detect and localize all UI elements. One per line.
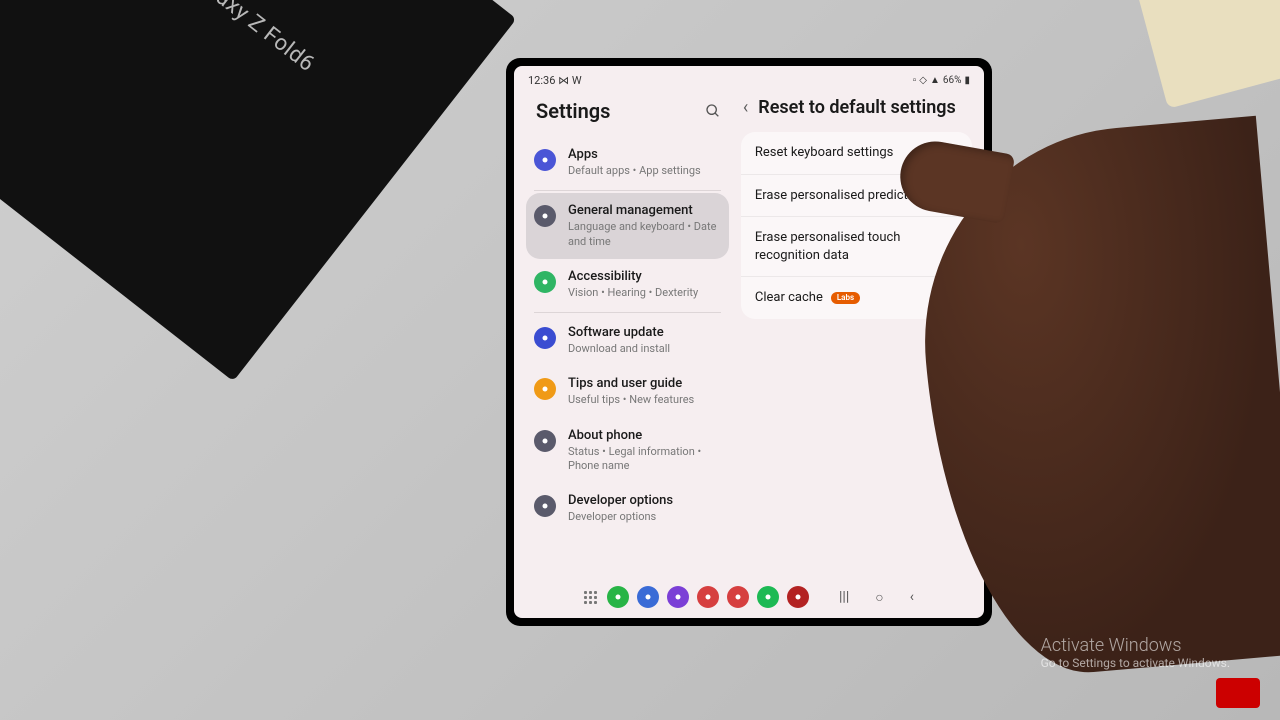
apps-drawer-icon[interactable] [584, 591, 597, 604]
dock-apps [607, 586, 809, 608]
settings-item-subtitle: Useful tips • New features [568, 393, 694, 407]
settings-item-accessibility[interactable]: Accessibility Vision • Hearing • Dexterit… [526, 259, 729, 310]
battery-icon: ▮ [964, 75, 970, 86]
settings-item-subtitle: Default apps • App settings [568, 164, 701, 178]
settings-item-labels: Tips and user guide Useful tips • New fea… [568, 376, 694, 407]
dock-app-messages[interactable] [637, 586, 659, 608]
settings-item-icon [534, 378, 556, 400]
nfc-icon: ▫ [913, 75, 917, 86]
home-button[interactable]: ○ [875, 589, 883, 606]
dock-app-camera[interactable] [727, 586, 749, 608]
settings-item-developer-options[interactable]: Developer options Developer options [526, 483, 729, 534]
back-button[interactable]: ‹ [910, 589, 914, 606]
device-frame: 12:36 ⋈ W ▫ ◇ ▲ 66% ▮ Settings Apps Defau… [506, 58, 992, 626]
background-product-box [0, 0, 516, 381]
settings-item-icon [534, 149, 556, 171]
search-icon[interactable] [705, 103, 721, 119]
windows-watermark: Activate Windows Go to Settings to activ… [1041, 635, 1230, 670]
settings-header: Settings [526, 91, 729, 137]
detail-header: ‹ Reset to default settings [741, 91, 972, 132]
settings-item-title: Tips and user guide [568, 376, 694, 391]
settings-item-subtitle: Language and keyboard • Date and time [568, 220, 721, 249]
status-bar: 12:36 ⋈ W ▫ ◇ ▲ 66% ▮ [514, 66, 984, 91]
settings-item-title: Apps [568, 147, 701, 162]
status-left: 12:36 ⋈ W [528, 74, 582, 87]
settings-item-software-update[interactable]: Software update Download and install [526, 315, 729, 366]
reset-option-label: Erase personalised touch recognition dat… [755, 229, 958, 264]
settings-master-pane: Settings Apps Default apps • App settings… [514, 91, 735, 573]
signal-icon: ▲ [930, 75, 940, 86]
labs-badge: Labs [831, 292, 860, 305]
settings-item-title: Developer options [568, 493, 673, 508]
settings-item-subtitle: Developer options [568, 510, 673, 524]
settings-item-title: Accessibility [568, 269, 698, 284]
settings-item-icon [534, 205, 556, 227]
settings-item-icon [534, 430, 556, 452]
detail-title: Reset to default settings [758, 97, 955, 118]
settings-item-icon [534, 271, 556, 293]
dock-app-reader[interactable] [787, 586, 809, 608]
settings-item-labels: Accessibility Vision • Hearing • Dexterit… [568, 269, 698, 300]
channel-badge [1216, 678, 1260, 708]
settings-item-about-phone[interactable]: About phone Status • Legal information • … [526, 418, 729, 484]
settings-title: Settings [536, 99, 610, 123]
watermark-subtitle: Go to Settings to activate Windows. [1041, 656, 1230, 670]
dock-app-phone[interactable] [607, 586, 629, 608]
settings-item-general-management[interactable]: General management Language and keyboard … [526, 193, 729, 259]
settings-item-labels: Software update Download and install [568, 325, 670, 356]
reset-option-label: Reset keyboard settings [755, 144, 894, 162]
settings-item-apps[interactable]: Apps Default apps • App settings [526, 137, 729, 188]
settings-item-title: About phone [568, 428, 721, 443]
settings-item-tips-and-user-guide[interactable]: Tips and user guide Useful tips • New fea… [526, 366, 729, 417]
background-object-right [1137, 0, 1280, 109]
settings-item-title: Software update [568, 325, 670, 340]
system-nav: ||| ○ ‹ [839, 589, 914, 606]
settings-item-icon [534, 327, 556, 349]
settings-divider [534, 190, 721, 191]
status-right: ▫ ◇ ▲ 66% ▮ [913, 75, 970, 86]
settings-item-labels: Apps Default apps • App settings [568, 147, 701, 178]
settings-item-labels: About phone Status • Legal information • … [568, 428, 721, 474]
reset-option-label: Clear cache [755, 289, 823, 307]
status-time: 12:36 [528, 74, 555, 87]
settings-item-subtitle: Download and install [568, 342, 670, 356]
settings-item-title: General management [568, 203, 721, 218]
back-icon[interactable]: ‹ [743, 97, 748, 118]
status-indicators: ⋈ W [558, 74, 582, 87]
dock-app-browser[interactable] [667, 586, 689, 608]
settings-item-labels: General management Language and keyboard … [568, 203, 721, 249]
settings-item-subtitle: Vision • Hearing • Dexterity [568, 286, 698, 300]
dock-app-spotify[interactable] [757, 586, 779, 608]
settings-item-subtitle: Status • Legal information • Phone name [568, 445, 721, 474]
settings-item-labels: Developer options Developer options [568, 493, 673, 524]
watermark-title: Activate Windows [1041, 635, 1230, 656]
recents-button[interactable]: ||| [839, 589, 849, 606]
battery-percent: 66% [943, 75, 962, 86]
settings-list: Apps Default apps • App settings General m… [526, 137, 729, 535]
navigation-bar: ||| ○ ‹ [514, 582, 984, 612]
dock-app-contacts[interactable] [697, 586, 719, 608]
wifi-icon: ◇ [919, 75, 927, 86]
settings-item-icon [534, 495, 556, 517]
settings-divider [534, 312, 721, 313]
